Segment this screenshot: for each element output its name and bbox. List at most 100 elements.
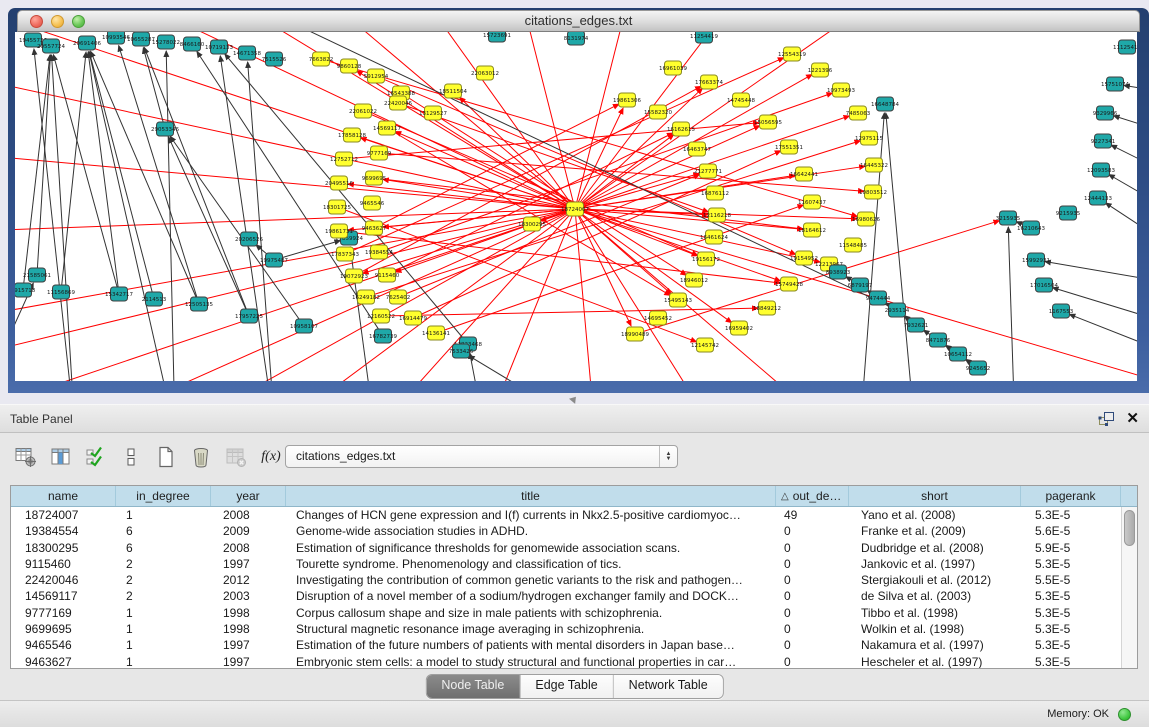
graph-node[interactable]: 10973493 bbox=[827, 83, 855, 97]
graph-node[interactable]: 12975115 bbox=[855, 131, 883, 145]
graph-node[interactable]: 5912954 bbox=[364, 69, 389, 83]
graph-node[interactable]: 11607437 bbox=[798, 195, 826, 209]
graph-node[interactable]: 7515526 bbox=[262, 52, 287, 66]
graph-node[interactable]: 1221396 bbox=[808, 63, 833, 77]
graph-node[interactable]: 14136141 bbox=[422, 326, 450, 340]
graph-node[interactable]: 9474444 bbox=[866, 291, 891, 305]
graph-node[interactable]: 3215935 bbox=[996, 211, 1021, 225]
column-header-year[interactable]: year bbox=[211, 486, 286, 506]
scrollbar-thumb[interactable] bbox=[1124, 510, 1135, 546]
graph-node[interactable]: 7485063 bbox=[846, 106, 871, 120]
graph-node[interactable]: 9329966 bbox=[1093, 106, 1118, 120]
table-row[interactable]: 946554611997Estimation of the future num… bbox=[11, 637, 1121, 653]
tab-edge-table[interactable]: Edge Table bbox=[520, 675, 613, 698]
column-header-short[interactable]: short bbox=[849, 486, 1021, 506]
graph-node[interactable]: 11548485 bbox=[839, 238, 867, 252]
table-settings-icon[interactable] bbox=[14, 445, 38, 469]
graph-node[interactable]: 15751074 bbox=[1101, 77, 1129, 91]
graph-node[interactable]: 8466160 bbox=[180, 37, 205, 51]
graph-node[interactable]: 16961039 bbox=[659, 61, 687, 75]
graph-node[interactable]: 19072923 bbox=[340, 269, 368, 283]
graph-node[interactable]: 18946012 bbox=[680, 273, 708, 287]
graph-node[interactable]: 2935114 bbox=[885, 303, 910, 317]
graph-node[interactable]: 9245652 bbox=[966, 361, 991, 375]
table-row[interactable]: 1456911722003Disruption of a novel membe… bbox=[11, 588, 1121, 604]
graph-node[interactable]: 9215935 bbox=[1056, 206, 1081, 220]
graph-node[interactable]: 15723691 bbox=[483, 32, 511, 42]
graph-node[interactable]: 16648784 bbox=[871, 97, 899, 111]
graph-node[interactable]: 12505135 bbox=[185, 297, 213, 311]
graph-node[interactable]: 18511504 bbox=[439, 84, 467, 98]
graph-node[interactable]: 18849212 bbox=[753, 301, 781, 315]
network-table-selector[interactable]: citations_edges.txt ▲▼ bbox=[285, 445, 678, 468]
close-window-button[interactable] bbox=[30, 15, 43, 28]
graph-node[interactable]: 8471876 bbox=[926, 333, 951, 347]
table-row[interactable]: 1830029562008Estimation of significance … bbox=[11, 540, 1121, 556]
graph-node[interactable]: 12160522 bbox=[367, 309, 395, 323]
graph-node[interactable]: 15992931 bbox=[1022, 253, 1050, 267]
zoom-window-button[interactable] bbox=[72, 15, 85, 28]
new-table-icon[interactable] bbox=[154, 445, 178, 469]
tab-network-table[interactable]: Network Table bbox=[614, 675, 723, 698]
graph-node[interactable]: 14695452 bbox=[644, 311, 672, 325]
window-titlebar[interactable]: citations_edges.txt bbox=[17, 10, 1140, 32]
graph-node[interactable]: 17858128 bbox=[338, 128, 366, 142]
column-header-title[interactable]: title bbox=[286, 486, 776, 506]
graph-node[interactable]: 12444133 bbox=[1084, 191, 1112, 205]
graph-node[interactable]: 17016504 bbox=[1030, 278, 1058, 292]
graph-node[interactable]: 18990489 bbox=[621, 327, 649, 341]
column-header-name[interactable]: name bbox=[11, 486, 116, 506]
table-row[interactable]: 969969511998Structural magnetic resonanc… bbox=[11, 621, 1121, 637]
graph-node[interactable]: 16210643 bbox=[1017, 221, 1045, 235]
graph-node[interactable]: 1167553 bbox=[1049, 304, 1074, 318]
graph-node[interactable]: 19156172 bbox=[692, 252, 720, 266]
graph-node[interactable]: 9860128 bbox=[337, 59, 362, 73]
row-height-icon[interactable] bbox=[119, 445, 143, 469]
graph-node[interactable]: 11254419 bbox=[690, 32, 718, 43]
network-canvas[interactable]: 1945573620557724206914061099354610655287… bbox=[15, 32, 1137, 381]
graph-node[interactable]: 11125419 bbox=[1113, 40, 1137, 54]
table-row[interactable]: 1938455462009Genome-wide association stu… bbox=[11, 523, 1121, 539]
table-row[interactable]: 1872400712008Changes of HCN gene express… bbox=[11, 507, 1121, 523]
graph-node[interactable]: 6879197 bbox=[848, 278, 873, 292]
graph-node[interactable]: 16642441 bbox=[790, 167, 818, 181]
graph-node[interactable]: 10803512 bbox=[859, 185, 887, 199]
table-row[interactable]: 946362711997Embryonic stem cells: a mode… bbox=[11, 654, 1121, 668]
delete-table-icon[interactable] bbox=[189, 445, 213, 469]
graph-node[interactable]: 9465546 bbox=[360, 196, 385, 210]
table-scrollbar[interactable] bbox=[1121, 507, 1137, 668]
graph-node[interactable]: 18301725 bbox=[323, 200, 351, 214]
graph-node[interactable]: 10719133 bbox=[205, 40, 233, 54]
graph-node[interactable]: 14745448 bbox=[727, 93, 755, 107]
graph-node[interactable]: 13129527 bbox=[419, 106, 447, 120]
graph-node[interactable]: 19154952 bbox=[790, 251, 818, 265]
graph-node[interactable]: 16876112 bbox=[701, 186, 729, 200]
graph-node[interactable]: 2114513 bbox=[142, 292, 167, 306]
graph-node[interactable]: 7663822 bbox=[309, 52, 334, 66]
import-table-icon[interactable] bbox=[224, 445, 248, 469]
show-columns-icon[interactable] bbox=[49, 445, 73, 469]
select-columns-icon[interactable] bbox=[84, 445, 108, 469]
graph-node[interactable]: 7932621 bbox=[904, 318, 929, 332]
graph-node[interactable]: 10958107 bbox=[290, 319, 318, 333]
graph-node[interactable]: 9227341 bbox=[1091, 134, 1116, 148]
graph-node[interactable]: 15582320 bbox=[644, 105, 672, 119]
graph-node[interactable]: 20691406 bbox=[73, 36, 101, 50]
graph-node[interactable]: 16445322 bbox=[860, 158, 888, 172]
table-row[interactable]: 911546021997Tourette syndrome. Phenomeno… bbox=[11, 556, 1121, 572]
column-header-pagerank[interactable]: pagerank bbox=[1021, 486, 1121, 506]
float-window-icon[interactable] bbox=[1098, 411, 1115, 427]
tab-node-table[interactable]: Node Table bbox=[426, 675, 520, 698]
graph-node[interactable]: 9699695 bbox=[362, 171, 387, 185]
graph-node[interactable]: 18164612 bbox=[798, 223, 826, 237]
graph-node[interactable]: 11156869 bbox=[47, 285, 75, 299]
graph-node[interactable]: 22063012 bbox=[471, 66, 499, 80]
graph-node[interactable]: 15278022 bbox=[152, 35, 180, 49]
graph-node[interactable]: 15495143 bbox=[664, 293, 692, 307]
table-row[interactable]: 977716911998Corpus callosum shape and si… bbox=[11, 605, 1121, 621]
graph-node[interactable]: 16782739 bbox=[369, 329, 397, 343]
graph-node[interactable]: 8131974 bbox=[564, 32, 589, 45]
graph-node[interactable]: 12554319 bbox=[778, 47, 806, 61]
minimize-window-button[interactable] bbox=[51, 15, 64, 28]
graph-node[interactable]: 10654112 bbox=[944, 347, 972, 361]
